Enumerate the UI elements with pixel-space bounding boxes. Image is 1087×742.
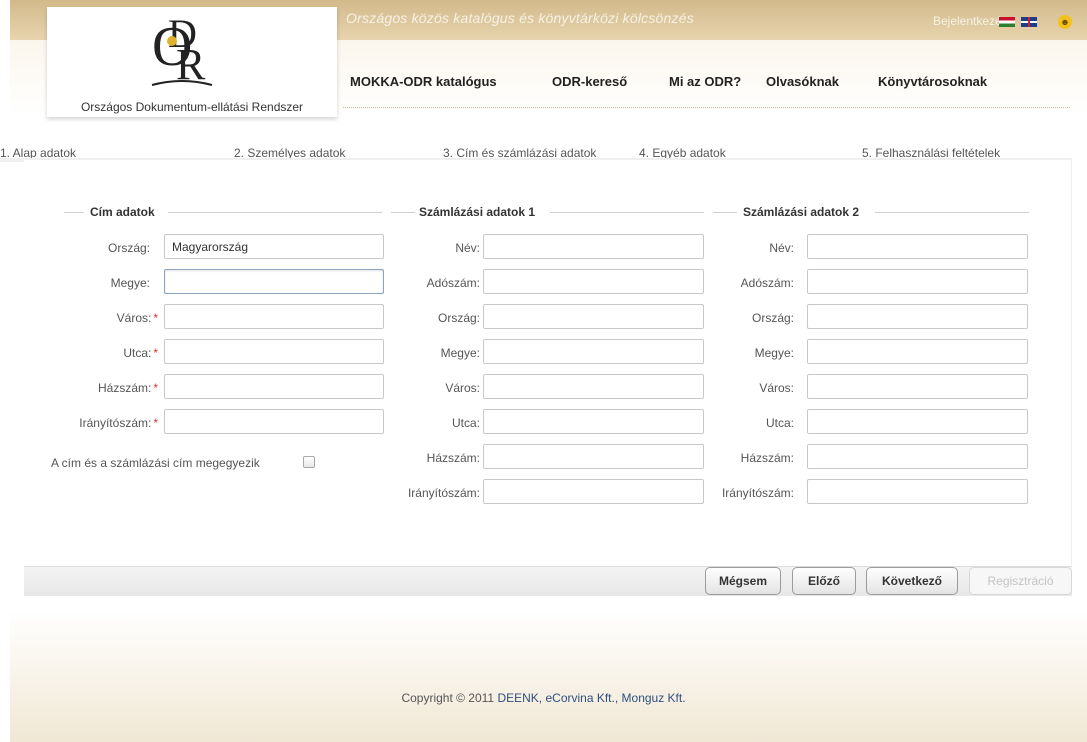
billing2-street-label: Utca: <box>765 416 794 430</box>
billing1-tax-field[interactable] <box>483 269 704 294</box>
billing1-county-label: Megye: <box>440 346 480 360</box>
billing1-country-field[interactable] <box>483 304 704 329</box>
billing2-country-label: Ország: <box>751 311 794 325</box>
login-link[interactable]: Bejelentkezés <box>933 14 1008 28</box>
billing1-name-label: Név: <box>455 241 480 255</box>
city-label: Város: * <box>116 311 158 325</box>
billing1-city-field[interactable] <box>483 374 704 399</box>
billing1-street-label: Utca: <box>451 416 480 430</box>
billing2-name-label: Név: <box>769 241 794 255</box>
country-label: Ország: <box>107 241 150 255</box>
footer-link-monguz[interactable]: Monguz Kft. <box>622 691 686 705</box>
billing2-house-label: Házszám: <box>740 451 794 465</box>
logo-text: Országos Dokumentum-ellátási Rendszer <box>80 100 304 114</box>
city-field[interactable] <box>164 304 384 329</box>
address-rule-left <box>64 212 84 213</box>
billing2-city-field[interactable] <box>807 374 1028 399</box>
billing1-house-label: Házszám: <box>426 451 480 465</box>
main-nav: MOKKA-ODR katalógus ODR-kereső Mi az ODR… <box>0 74 1087 90</box>
accessibility-icon[interactable]: ☻ <box>1058 15 1072 29</box>
billing2-zip-field[interactable] <box>807 479 1028 504</box>
billing2-zip-label: Irányítószám: <box>721 486 794 500</box>
billing2-name-field[interactable] <box>807 234 1028 259</box>
same-address-checkbox[interactable] <box>303 456 315 468</box>
county-field[interactable] <box>164 269 384 294</box>
billing1-section-title: Számlázási adatok 1 <box>415 205 540 219</box>
billing2-county-label: Megye: <box>754 346 794 360</box>
billing1-house-field[interactable] <box>483 444 704 469</box>
house-number-field[interactable] <box>164 374 384 399</box>
site-subtitle: Országos közös katalógus és könyvtárközi… <box>346 10 694 26</box>
address-section-title: Cím adatok <box>86 205 159 219</box>
billing1-street-field[interactable] <box>483 409 704 434</box>
nav-mokka-odr[interactable]: MOKKA-ODR katalógus <box>350 74 497 89</box>
zip-field[interactable] <box>164 409 384 434</box>
billing2-county-field[interactable] <box>807 339 1028 364</box>
street-label: Utca: * <box>123 346 158 360</box>
house-number-label: Házszám: * <box>97 381 158 395</box>
cancel-button[interactable]: Mégsem <box>705 567 781 595</box>
footer-link-deenk[interactable]: DEENK, <box>497 691 542 705</box>
register-button[interactable]: Regisztráció <box>969 567 1072 595</box>
billing2-rule-left <box>713 212 737 213</box>
next-button[interactable]: Következő <box>866 567 958 595</box>
billing2-house-field[interactable] <box>807 444 1028 469</box>
address-rule-right <box>168 212 382 213</box>
billing1-country-label: Ország: <box>437 311 480 325</box>
billing2-tax-field[interactable] <box>807 269 1028 294</box>
billing1-rule-left <box>391 212 415 213</box>
street-field[interactable] <box>164 339 384 364</box>
billing1-name-field[interactable] <box>483 234 704 259</box>
billing1-zip-label: Irányítószám: <box>407 486 480 500</box>
billing2-street-field[interactable] <box>807 409 1028 434</box>
county-label: Megye: <box>110 276 150 290</box>
billing2-section-title: Számlázási adatok 2 <box>739 205 864 219</box>
footer: Copyright © 2011 DEENK, eCorvina Kft., M… <box>0 691 1087 705</box>
billing1-tax-label: Adószám: <box>426 276 480 290</box>
footer-link-ecorvina[interactable]: eCorvina Kft., <box>545 691 618 705</box>
logo[interactable]: O D R Országos Dokumentum-ellátási Rends… <box>47 7 337 117</box>
billing1-county-field[interactable] <box>483 339 704 364</box>
billing2-country-field[interactable] <box>807 304 1028 329</box>
billing1-zip-field[interactable] <box>483 479 704 504</box>
billing2-rule-right <box>875 212 1029 213</box>
billing1-rule-right <box>550 212 704 213</box>
same-address-label: A cím és a számlázási cím megegyezik <box>51 456 260 470</box>
previous-button[interactable]: Előző <box>792 567 856 595</box>
nav-divider <box>343 107 1070 108</box>
zip-label: Irányítószám: * <box>79 416 158 430</box>
footer-band <box>10 610 1087 742</box>
hungarian-flag-icon[interactable] <box>999 17 1015 27</box>
nav-readers[interactable]: Olvasóknak <box>766 74 839 89</box>
nav-odr-search[interactable]: ODR-kereső <box>552 74 627 89</box>
country-field[interactable] <box>164 234 384 259</box>
billing2-tax-label: Adószám: <box>740 276 794 290</box>
billing2-city-label: Város: <box>759 381 794 395</box>
nav-about-odr[interactable]: Mi az ODR? <box>669 74 741 89</box>
copyright-text: Copyright © 2011 <box>401 691 495 705</box>
nav-librarians[interactable]: Könyvtárosoknak <box>878 74 987 89</box>
english-flag-icon[interactable] <box>1021 17 1037 27</box>
wizard-steps: 1. Alap adatok 2. Személyes adatok 3. Cí… <box>0 138 1087 160</box>
billing1-city-label: Város: <box>445 381 480 395</box>
